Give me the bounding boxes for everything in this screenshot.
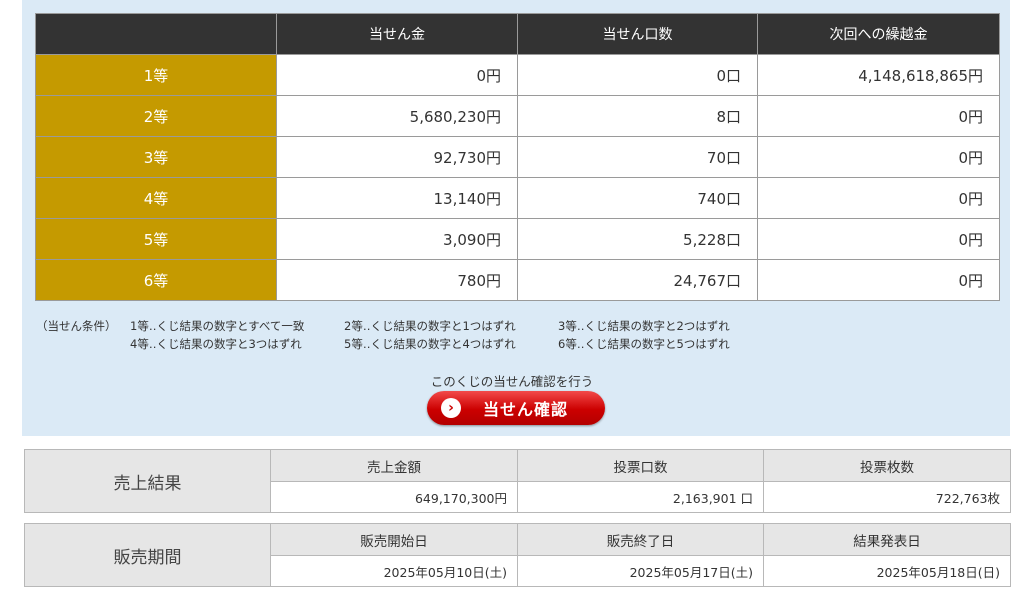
amount-cell: 3,090円 <box>276 218 518 260</box>
header-prize-amount: 当せん金 <box>276 13 518 55</box>
amount-cell: 5,680,230円 <box>276 95 518 137</box>
amount-cell: 0円 <box>276 54 518 96</box>
rank-cell: 6等 <box>35 259 277 301</box>
amount-cell: 780円 <box>276 259 518 301</box>
sales-period-table: 販売期間 販売開始日 販売終了日 結果発表日 2025年05月10日(土) 20… <box>24 523 1011 587</box>
period-end-header: 販売終了日 <box>517 523 764 556</box>
condition-rank3: 3等‥くじ結果の数字と2つはずれ <box>558 319 730 333</box>
table-row: 4等 13,140円 740口 0円 <box>35 177 1000 219</box>
sales-title: 売上結果 <box>24 449 271 513</box>
rank-cell: 1等 <box>35 54 277 96</box>
rank-cell: 3等 <box>35 136 277 178</box>
table-row: 3等 92,730円 70口 0円 <box>35 136 1000 178</box>
rank-cell: 4等 <box>35 177 277 219</box>
period-end-value: 2025年05月17日(土) <box>517 555 764 587</box>
carryover-cell: 0円 <box>757 218 1000 260</box>
table-row: 2等 5,680,230円 8口 0円 <box>35 95 1000 137</box>
table-row: 5等 3,090円 5,228口 0円 <box>35 218 1000 260</box>
carryover-cell: 0円 <box>757 95 1000 137</box>
table-row: 6等 780円 24,767口 0円 <box>35 259 1000 301</box>
rank-cell: 5等 <box>35 218 277 260</box>
sales-amount-header: 売上金額 <box>270 449 518 482</box>
sales-amount-value: 649,170,300円 <box>270 481 518 513</box>
period-result-header: 結果発表日 <box>763 523 1011 556</box>
table-row: 1等 0円 0口 4,148,618,865円 <box>35 54 1000 96</box>
carryover-cell: 0円 <box>757 136 1000 178</box>
sales-results-table: 売上結果 売上金額 投票口数 投票枚数 649,170,300円 2,163,9… <box>24 449 1011 513</box>
check-winning-button-label: 当せん確認 <box>483 400 569 419</box>
rank-cell: 2等 <box>35 95 277 137</box>
check-winning-button[interactable]: › 当せん確認 <box>427 391 605 425</box>
period-start-value: 2025年05月10日(土) <box>270 555 518 587</box>
period-header-row: 販売期間 販売開始日 販売終了日 結果発表日 <box>24 523 1011 587</box>
sales-sheets-header: 投票枚数 <box>763 449 1011 482</box>
sales-header-row: 売上結果 売上金額 投票口数 投票枚数 <box>24 449 1011 513</box>
period-start-header: 販売開始日 <box>270 523 518 556</box>
condition-rank2: 2等‥くじ結果の数字と1つはずれ <box>344 319 516 333</box>
period-title: 販売期間 <box>24 523 271 587</box>
count-cell: 5,228口 <box>517 218 758 260</box>
condition-rank6: 6等‥くじ結果の数字と5つはずれ <box>558 337 730 351</box>
count-cell: 0口 <box>517 54 758 96</box>
prize-table-header-row: 当せん金 当せん口数 次回への繰越金 <box>35 13 1000 55</box>
condition-rank5: 5等‥くじ結果の数字と4つはずれ <box>344 337 516 351</box>
count-cell: 24,767口 <box>517 259 758 301</box>
period-result-value: 2025年05月18日(日) <box>763 555 1011 587</box>
sales-tickets-value: 2,163,901 口 <box>517 481 764 513</box>
header-blank-cell <box>35 13 277 55</box>
carryover-cell: 0円 <box>757 177 1000 219</box>
amount-cell: 92,730円 <box>276 136 518 178</box>
sales-sheets-value: 722,763枚 <box>763 481 1011 513</box>
chevron-right-icon: › <box>441 398 461 418</box>
conditions-label: （当せん条件） <box>36 319 117 333</box>
count-cell: 8口 <box>517 95 758 137</box>
carryover-cell: 0円 <box>757 259 1000 301</box>
amount-cell: 13,140円 <box>276 177 518 219</box>
sales-tickets-header: 投票口数 <box>517 449 764 482</box>
condition-rank4: 4等‥くじ結果の数字と3つはずれ <box>130 337 302 351</box>
confirm-prompt: このくじの当せん確認を行う <box>430 374 594 389</box>
header-winner-count: 当せん口数 <box>517 13 758 55</box>
count-cell: 740口 <box>517 177 758 219</box>
header-carryover: 次回への繰越金 <box>757 13 1000 55</box>
count-cell: 70口 <box>517 136 758 178</box>
condition-rank1: 1等‥くじ結果の数字とすべて一致 <box>130 319 305 333</box>
prize-table: 当せん金 当せん口数 次回への繰越金 1等 0円 0口 4,148,618,86… <box>35 13 1000 301</box>
carryover-cell: 4,148,618,865円 <box>757 54 1000 96</box>
